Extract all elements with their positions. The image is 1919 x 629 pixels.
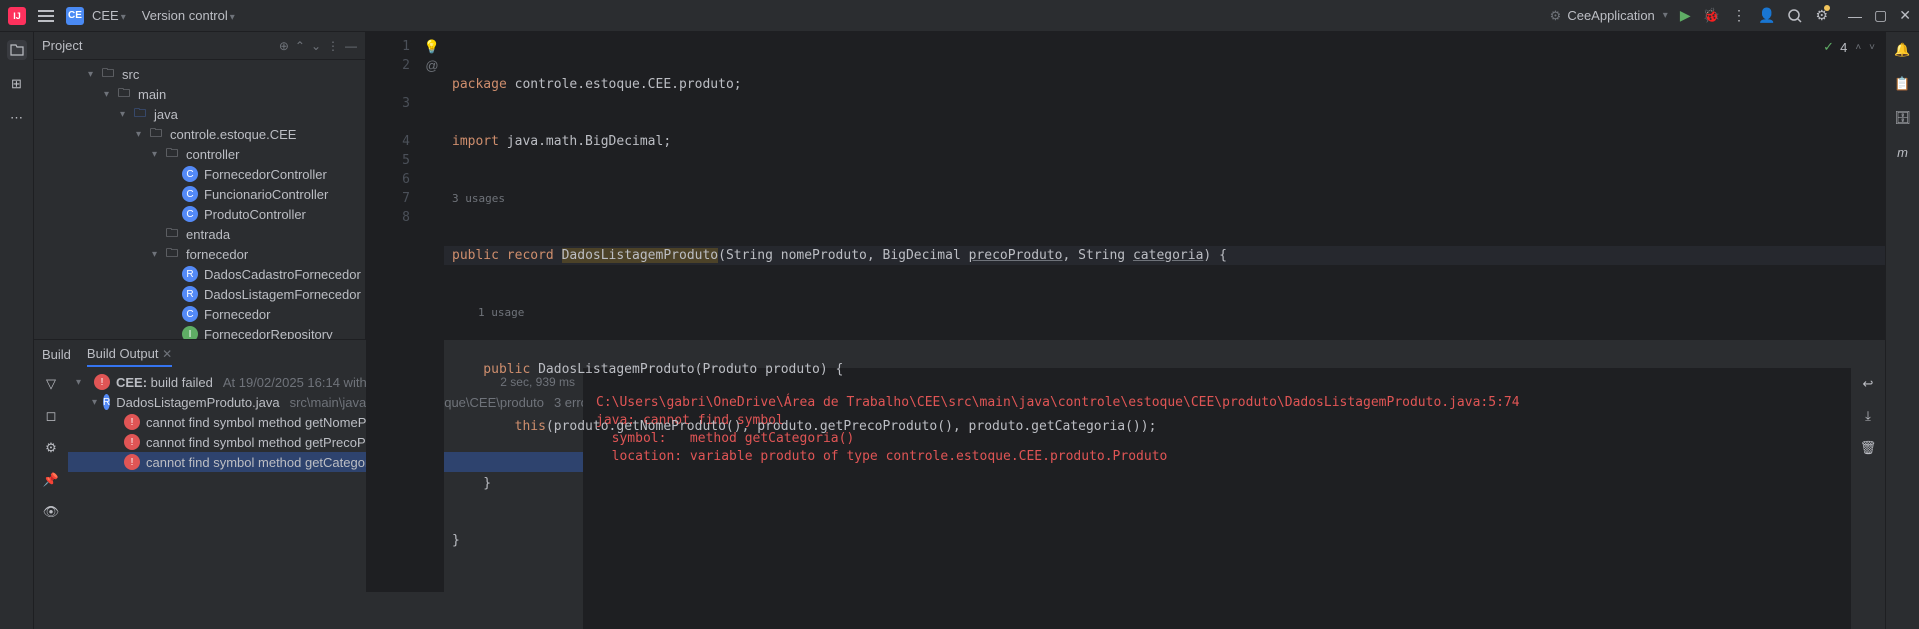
options-icon[interactable]: ⋮ <box>327 39 339 53</box>
minimize-icon[interactable]: — <box>1848 8 1862 24</box>
tree-class[interactable]: CProdutoController <box>34 204 365 224</box>
project-tree[interactable]: ▾🗀src ▾🗀main ▾🗀java ▾🗀controle.estoque.C… <box>34 60 365 339</box>
tree-record[interactable]: RDadosListagemFornecedor <box>34 284 365 304</box>
build-output-tab[interactable]: Build Output ✕ <box>87 342 172 367</box>
tree-record[interactable]: RDadosCadastroFornecedor <box>34 264 365 284</box>
more-tool-icon[interactable]: ⋯ <box>7 108 27 128</box>
chevron-down-icon: ▾ <box>230 12 235 23</box>
gear-icon: ⚙ <box>1550 8 1562 24</box>
usage-hint[interactable]: 1 usage <box>444 303 1885 322</box>
expand-icon[interactable]: ⌃ <box>295 39 305 53</box>
build-toolbar: ▽ ◻ ⚙ 📌 👁 <box>34 368 68 629</box>
database-icon[interactable]: 🗄 <box>1893 108 1913 128</box>
chevron-down-icon: ▾ <box>1663 10 1668 21</box>
tool-window-right-bar: 🔔 📋 🗄 m <box>1885 32 1919 629</box>
error-icon: ! <box>124 454 140 470</box>
run-configuration[interactable]: ⚙ CeeApplication ▾ <box>1550 8 1668 24</box>
chevron-up-icon[interactable]: ˄ <box>1855 42 1861 53</box>
tree-interface[interactable]: IFornecedorRepository <box>34 324 365 339</box>
project-tool-icon[interactable] <box>7 40 27 60</box>
interface-icon: I <box>182 326 198 339</box>
tree-folder[interactable]: ▾🗀java <box>34 104 365 124</box>
record-icon: R <box>182 286 198 302</box>
clipboard-icon[interactable]: 📋 <box>1893 74 1913 94</box>
error-icon: ! <box>124 434 140 450</box>
debug-icon[interactable]: 🐞 <box>1703 7 1720 24</box>
settings-icon[interactable]: ⚙ <box>41 438 61 458</box>
tree-package[interactable]: 🗀entrada <box>34 224 365 244</box>
project-panel: Project ⊕ ⌃ ⌄ ⋮ — ▾🗀src ▾🗀main ▾🗀java ▾🗀… <box>34 32 366 339</box>
tree-package[interactable]: ▾🗀controller <box>34 144 365 164</box>
tree-class[interactable]: CFornecedorController <box>34 164 365 184</box>
tool-window-left-bar: ⊞ ⋯ <box>0 32 34 629</box>
close-icon[interactable]: ✕ <box>1899 7 1911 24</box>
error-icon: ! <box>94 374 110 390</box>
close-icon[interactable]: ✕ <box>162 347 172 361</box>
class-icon: C <box>182 206 198 222</box>
project-name[interactable]: CEE▾ <box>92 8 126 23</box>
vcs-menu[interactable]: Version control▾ <box>142 8 235 23</box>
pin-icon[interactable]: 📌 <box>41 470 61 490</box>
tree-class[interactable]: CFornecedor <box>34 304 365 324</box>
bulb-icon[interactable]: 💡 <box>420 37 444 56</box>
build-tab[interactable]: Build <box>42 343 71 366</box>
usages-hint[interactable]: 3 usages <box>444 189 1885 208</box>
ide-icon: IJ <box>8 7 26 25</box>
chevron-down-icon: ▾ <box>121 12 126 23</box>
maximize-icon[interactable]: ▢ <box>1874 7 1887 24</box>
maven-icon[interactable]: m <box>1893 142 1913 162</box>
inspection-widget[interactable]: ✓ 4 ˄ ˅ <box>1823 39 1875 55</box>
tree-package[interactable]: ▾🗀controle.estoque.CEE <box>34 124 365 144</box>
titlebar: IJ CE CEE▾ Version control▾ ⚙ CeeApplica… <box>0 0 1919 32</box>
record-icon: R <box>182 266 198 282</box>
more-icon[interactable]: ⋮ <box>1732 7 1746 24</box>
line-numbers: 1 2 3 4 5 6 7 8 <box>366 33 420 592</box>
settings-icon[interactable]: ⚙ <box>1815 7 1828 24</box>
tree-package[interactable]: ▾🗀fornecedor <box>34 244 365 264</box>
class-icon: C <box>182 166 198 182</box>
check-icon: ✓ <box>1823 39 1834 55</box>
code-area[interactable]: 1 2 3 4 5 6 7 8 💡 <box>366 33 1885 592</box>
tree-folder[interactable]: ▾🗀main <box>34 84 365 104</box>
tree-class[interactable]: CFuncionarioController <box>34 184 365 204</box>
collaboration-icon[interactable]: 👤 <box>1758 7 1775 24</box>
project-badge: CE <box>66 7 84 25</box>
structure-tool-icon[interactable]: ⊞ <box>7 74 27 94</box>
eye-icon[interactable]: 👁 <box>41 502 61 522</box>
stop-icon[interactable]: ◻ <box>41 406 61 426</box>
notifications-icon[interactable]: 🔔 <box>1893 40 1913 60</box>
search-icon[interactable] <box>1787 8 1803 24</box>
at-icon: @ <box>420 56 444 75</box>
project-panel-title: Project <box>42 38 279 53</box>
collapse-icon[interactable]: ⌄ <box>311 39 321 53</box>
filter-icon[interactable]: ▽ <box>41 374 61 394</box>
record-icon: R <box>103 394 110 410</box>
tree-folder[interactable]: ▾🗀src <box>34 64 365 84</box>
class-icon: C <box>182 306 198 322</box>
run-icon[interactable]: ▶ <box>1680 7 1691 24</box>
chevron-down-icon[interactable]: ˅ <box>1869 42 1875 53</box>
main-menu-icon[interactable] <box>34 6 58 26</box>
hide-icon[interactable]: — <box>345 39 357 53</box>
class-icon: C <box>182 186 198 202</box>
error-icon: ! <box>124 414 140 430</box>
gutter-annotations: 💡 @ <box>420 33 444 592</box>
editor: RDadosListagemProduto.java✕ CProdutoCont… <box>366 32 1885 339</box>
select-opened-icon[interactable]: ⊕ <box>279 39 289 53</box>
